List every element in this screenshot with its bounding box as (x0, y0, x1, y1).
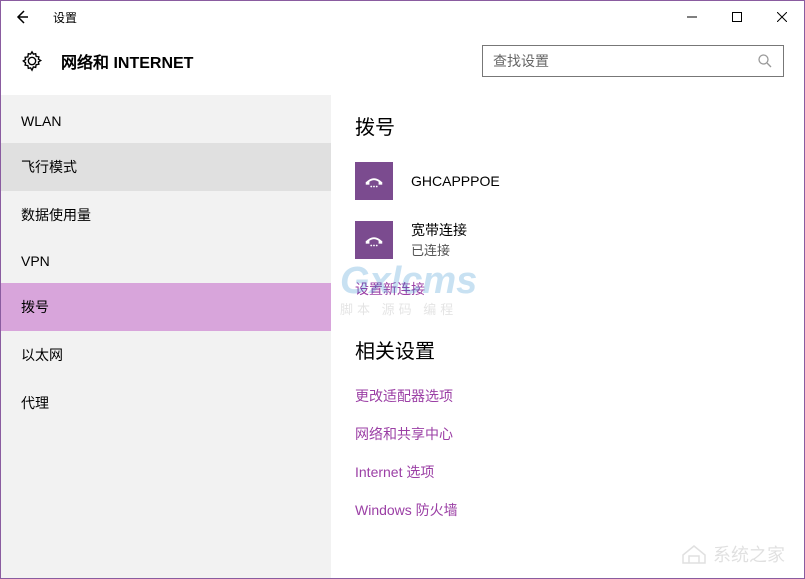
new-connection-link[interactable]: 设置新连接 (355, 279, 780, 299)
sidebar-item-proxy[interactable]: 代理 (1, 379, 331, 427)
related-settings-title: 相关设置 (355, 335, 780, 364)
minimize-icon (687, 12, 697, 22)
related-link[interactable]: 更改适配器选项 (355, 386, 780, 406)
connection-status: 已连接 (411, 240, 467, 259)
connection-item[interactable]: GHCAPPPOE (355, 162, 780, 200)
maximize-button[interactable] (714, 1, 759, 33)
sidebar-item-datausage[interactable]: 数据使用量 (1, 191, 331, 239)
search-box[interactable] (482, 45, 784, 77)
sidebar-item-dialup[interactable]: 拨号 (1, 283, 331, 331)
sidebar-item-vpn[interactable]: VPN (1, 239, 331, 283)
related-link[interactable]: Windows 防火墙 (355, 500, 780, 520)
close-icon (777, 12, 787, 22)
page-heading: 网络和 INTERNET (61, 49, 193, 73)
sidebar-item-airplane[interactable]: 飞行模式 (1, 143, 331, 191)
sidebar-item-wlan[interactable]: WLAN (1, 99, 331, 143)
search-input[interactable] (493, 53, 757, 69)
close-button[interactable] (759, 1, 804, 33)
related-link[interactable]: 网络和共享中心 (355, 424, 780, 444)
connection-name: 宽带连接 (411, 220, 467, 240)
dialup-phone-icon (355, 221, 393, 259)
related-link[interactable]: Internet 选项 (355, 462, 780, 482)
settings-gear-icon (21, 50, 43, 72)
maximize-icon (732, 12, 742, 22)
sidebar-item-ethernet[interactable]: 以太网 (1, 331, 331, 379)
back-button[interactable] (1, 1, 43, 33)
connection-item[interactable]: 宽带连接已连接 (355, 220, 780, 259)
sidebar: WLAN飞行模式数据使用量VPN拨号以太网代理 (1, 95, 331, 578)
arrow-left-icon (14, 9, 30, 25)
content-pane: 拨号 GHCAPPPOE 宽带连接已连接 设置新连接 相关设置 更改适配器选项网络… (331, 95, 804, 578)
connection-name: GHCAPPPOE (411, 173, 500, 189)
search-icon (757, 53, 773, 69)
section-title: 拨号 (355, 111, 780, 140)
dialup-phone-icon (355, 162, 393, 200)
minimize-button[interactable] (669, 1, 714, 33)
window-title: 设置 (53, 9, 77, 26)
